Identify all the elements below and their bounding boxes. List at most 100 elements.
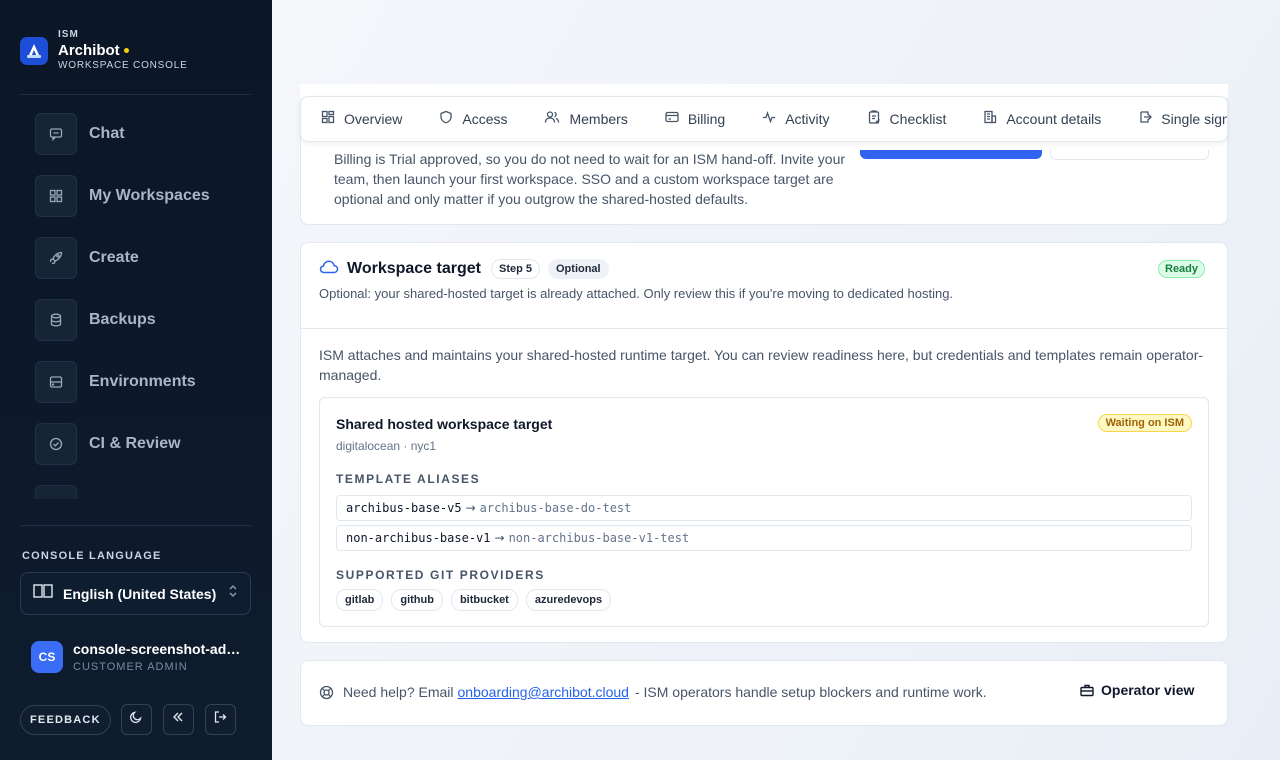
sign-out-button[interactable] (204, 704, 236, 735)
alias-value: non-archibus-base-v1-test (508, 531, 690, 545)
more-icon (35, 485, 77, 499)
book-open-icon (33, 583, 53, 604)
arrow-right-icon: → (494, 531, 505, 545)
user-profile[interactable]: CS console-screenshot-admin CUSTOMER ADM… (31, 641, 253, 673)
provider-chip: azuredevops (525, 589, 612, 611)
moon-icon (129, 710, 143, 729)
cloud-icon (319, 260, 339, 279)
card-divider (301, 328, 1227, 329)
language-select[interactable]: English (United States) (20, 572, 251, 615)
sidebar-footer: FEEDBACK (20, 704, 247, 735)
help-suffix: - ISM operators handle setup blockers an… (634, 684, 987, 700)
target-title: Shared hosted workspace target (336, 416, 553, 432)
sidebar-item-label: Backups (89, 311, 156, 328)
template-aliases-label: TEMPLATE ALIASES (336, 472, 481, 486)
tab-overview[interactable]: Overview (321, 110, 402, 129)
tab-single-sign-on[interactable]: Single sign-on (1138, 110, 1227, 129)
brand-kicker: ISM (58, 29, 79, 40)
operator-view-button[interactable]: Operator view (1080, 682, 1194, 698)
sidebar-nav: Chat My Workspaces Create Backups Enviro… (20, 103, 251, 499)
sidebar-item-label: CI & Review (89, 435, 181, 452)
feedback-button[interactable]: FEEDBACK (20, 704, 111, 735)
user-name: console-screenshot-admin (73, 641, 243, 657)
chevrons-left-icon (171, 710, 185, 729)
brand[interactable]: ISM Archibot WORKSPACE CONSOLE (20, 30, 188, 71)
workspace-target-description: ISM attaches and maintains your shared-h… (319, 347, 1204, 383)
lifebuoy-icon (319, 685, 334, 700)
sidebar-divider (20, 525, 251, 526)
database-icon (35, 299, 77, 341)
theme-toggle-button[interactable] (120, 704, 152, 735)
sidebar-item-chat[interactable]: Chat (20, 103, 251, 165)
status-badge: Ready (1158, 260, 1206, 278)
rocket-icon (35, 237, 77, 279)
tab-activity[interactable]: Activity (762, 110, 830, 129)
grid-icon (321, 110, 344, 129)
sidebar-divider (20, 94, 251, 95)
activity-icon (762, 110, 785, 129)
server-icon (35, 361, 77, 403)
chevron-up-down-icon (228, 584, 238, 603)
sidebar-item-backups[interactable]: Backups (20, 289, 251, 351)
tab-checklist[interactable]: Checklist (867, 109, 947, 129)
tab-members[interactable]: Members (544, 110, 628, 129)
credit-card-icon (665, 110, 688, 129)
provider-chip: bitbucket (450, 589, 518, 611)
avatar: CS (31, 641, 63, 673)
support-email-link[interactable]: onboarding@archibot.cloud (458, 684, 629, 700)
secondary-action-button[interactable] (1050, 150, 1209, 160)
alias-row: archibus-base-v5 → archibus-base-do-test (336, 495, 1192, 521)
provider-chip: gitlab (336, 589, 384, 611)
sidebar-item-create[interactable]: Create (20, 227, 251, 289)
brand-status-dot (123, 48, 129, 53)
tab-access[interactable]: Access (439, 110, 507, 129)
sidebar-item-label: My Workspaces (89, 187, 210, 204)
user-role: CUSTOMER ADMIN (73, 661, 188, 673)
workspace-target-title: Workspace target (347, 260, 481, 277)
tab-billing[interactable]: Billing (665, 110, 725, 129)
tab-label: Overview (344, 111, 403, 127)
target-region: digitalocean · nyc1 (336, 439, 437, 453)
alias-key: non-archibus-base-v1 (346, 531, 491, 545)
workspace-target-header: Workspace target Step 5 Optional (319, 259, 617, 279)
sidebar-item-ci-review[interactable]: CI & Review (20, 413, 251, 475)
shield-icon (439, 110, 462, 129)
sidebar-item-more[interactable] (20, 475, 251, 499)
status-badge: Waiting on ISM (1097, 414, 1192, 432)
sidebar-item-label: Create (89, 249, 139, 266)
tab-label: Access (462, 111, 508, 127)
arrow-right-icon: → (465, 501, 476, 515)
collapse-sidebar-button[interactable] (162, 704, 194, 735)
users-icon (544, 110, 569, 129)
sidebar-item-my-workspaces[interactable]: My Workspaces (20, 165, 251, 227)
sidebar: ISM Archibot WORKSPACE CONSOLE Chat My W… (0, 0, 272, 760)
git-providers-list: gitlab github bitbucket azuredevops (336, 589, 619, 611)
tab-label: Single sign-on (1161, 111, 1227, 127)
chat-icon (35, 113, 77, 155)
alias-key: archibus-base-v5 (346, 501, 462, 515)
sidebar-item-label: Chat (89, 125, 125, 142)
grid-icon (35, 175, 77, 217)
step-badge: Step 5 (490, 259, 540, 279)
brand-name: Archibot (58, 43, 188, 58)
primary-action-button[interactable] (860, 150, 1042, 159)
alias-value: archibus-base-do-test (479, 501, 632, 515)
alias-row: non-archibus-base-v1 → non-archibus-base… (336, 525, 1192, 551)
language-select-value: English (United States) (63, 585, 217, 602)
sidebar-item-environments[interactable]: Environments (20, 351, 251, 413)
section-tabs: Overview Access Members Billing Activity… (300, 96, 1228, 142)
tab-label: Checklist (889, 111, 947, 127)
tab-label: Activity (785, 111, 830, 127)
sign-in-icon (1138, 110, 1161, 129)
briefcase-icon (1080, 684, 1101, 697)
brand-subtitle: WORKSPACE CONSOLE (58, 60, 188, 71)
help-message: Need help? Email onboarding@archibot.clo… (319, 684, 987, 700)
billing-status-text: Billing is Trial approved, so you do not… (334, 151, 846, 207)
git-providers-label: SUPPORTED GIT PROVIDERS (336, 568, 545, 582)
building-icon (983, 110, 1006, 129)
help-prefix: Need help? Email (343, 684, 454, 700)
tab-account-details[interactable]: Account details (983, 110, 1101, 129)
archibot-logo-icon (20, 36, 48, 65)
language-section-title: CONSOLE LANGUAGE (22, 550, 162, 562)
shared-target-panel: Shared hosted workspace target digitaloc… (319, 397, 1209, 627)
